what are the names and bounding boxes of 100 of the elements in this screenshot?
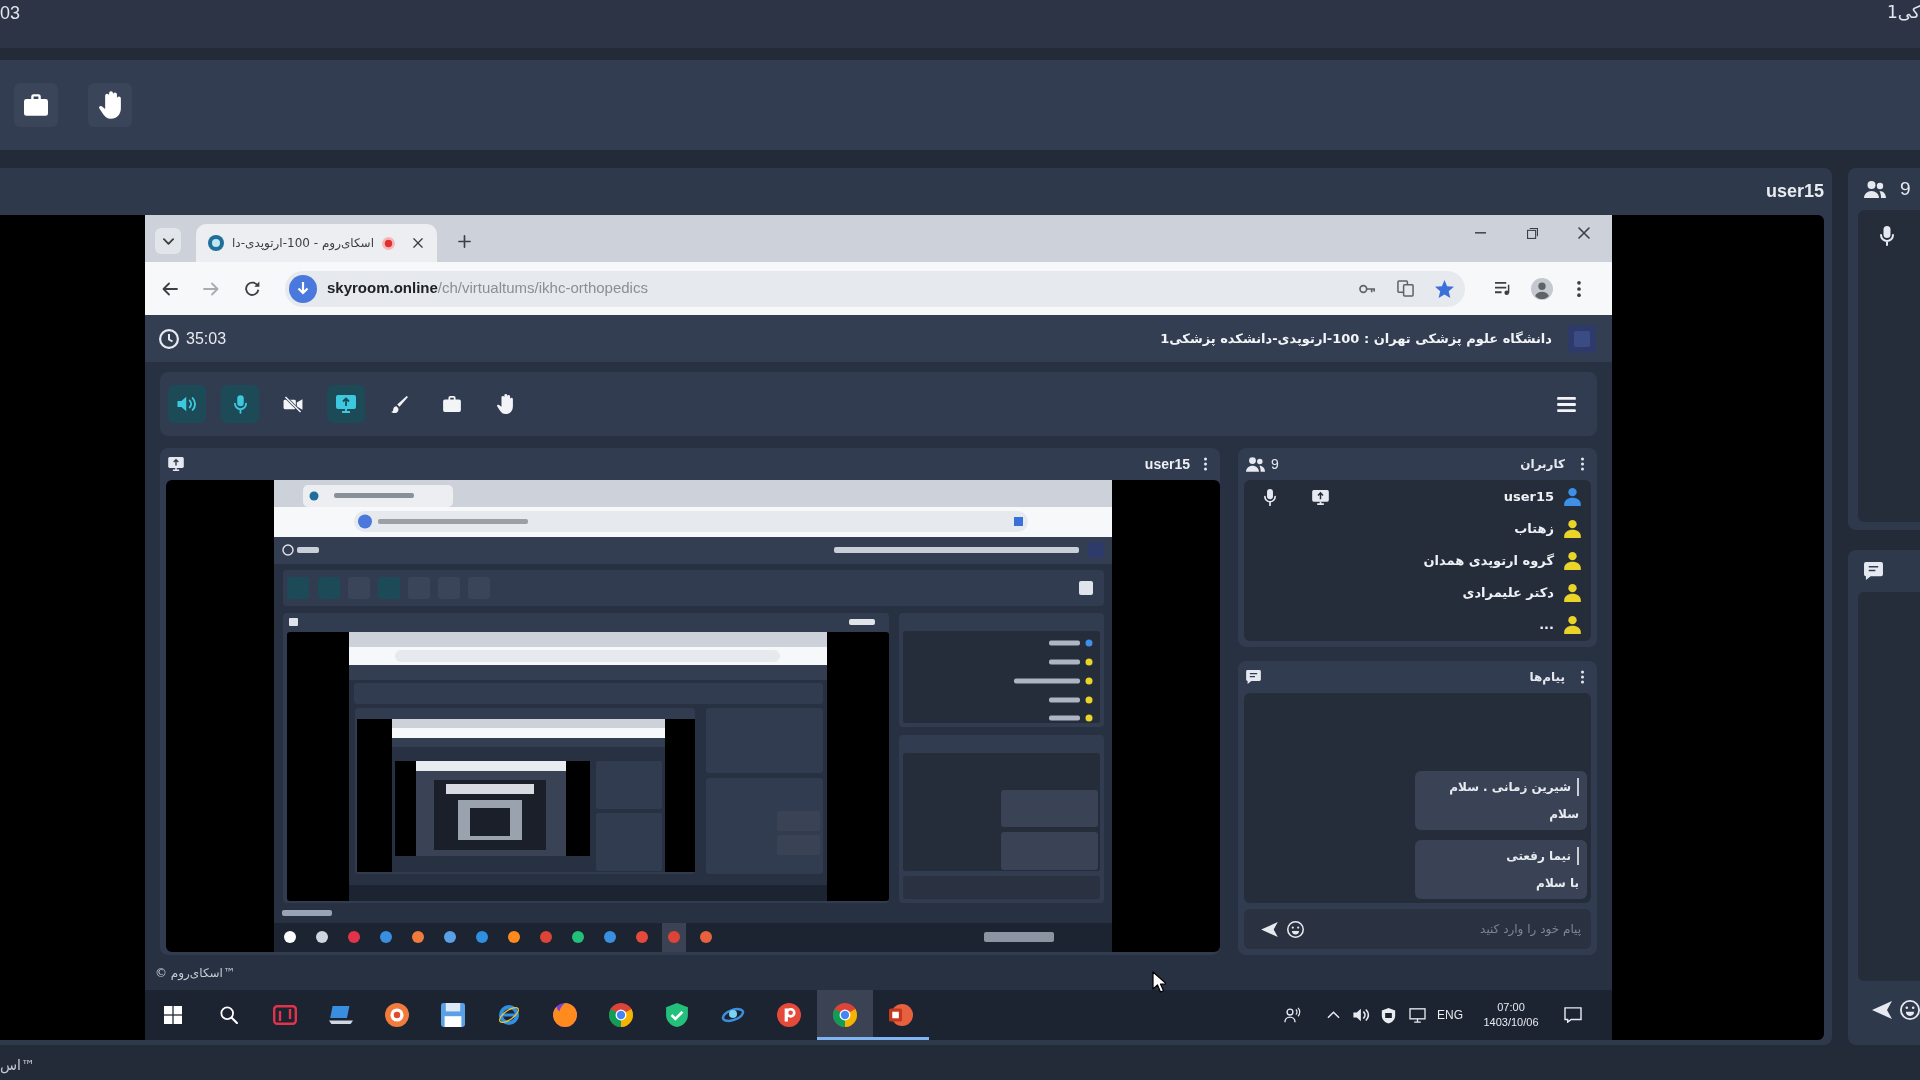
panel-title: کاربران — [1520, 456, 1565, 473]
emoji-button[interactable] — [1900, 999, 1920, 1021]
hand-icon — [497, 394, 513, 414]
message-text: سلام — [1549, 806, 1579, 823]
documents-icon — [1396, 280, 1414, 297]
key-icon — [1358, 283, 1376, 294]
bookmark-button[interactable] — [1433, 277, 1455, 300]
room-title: کی1 — [1886, 4, 1920, 21]
kebab-icon — [1577, 280, 1581, 297]
notification-icon — [1564, 1007, 1582, 1023]
playlist-icon — [1493, 281, 1511, 296]
brush-icon — [390, 395, 408, 413]
users-icon — [1246, 456, 1265, 472]
monitor-icon — [1408, 1007, 1426, 1023]
user-name: زهتاب — [1514, 520, 1554, 539]
video-user-name: user15 — [1144, 454, 1190, 474]
emoji-icon — [1900, 1000, 1920, 1020]
profile-icon — [1531, 277, 1553, 300]
message-sender: نیما رفعتی — [1506, 847, 1579, 865]
chat-icon — [1864, 562, 1883, 580]
cursor-icon — [1152, 971, 1166, 993]
user-name: user15 — [1503, 488, 1554, 507]
user-name: دکتر علیمرادی — [1462, 584, 1554, 603]
users-count: 9 — [1900, 176, 1911, 201]
reload-icon — [244, 281, 260, 296]
clock-button[interactable]: 07:00 1403/10/06 — [1471, 990, 1551, 1040]
forward-arrow-icon — [203, 281, 219, 296]
caret-down-icon — [162, 237, 174, 245]
hand-button[interactable] — [88, 83, 132, 127]
speaker-icon — [177, 396, 197, 412]
record-dot-icon — [382, 236, 395, 250]
down-arrow-circle-icon — [289, 274, 317, 303]
copyright-text: © اسکای‌روم™ — [155, 964, 235, 982]
copyright-text: اس™ — [0, 1056, 35, 1076]
floppy-icon — [441, 1003, 465, 1027]
message-sender: شیرین زمانی . سلام — [1449, 778, 1579, 796]
users-count: 9 — [1271, 454, 1279, 474]
windows-icon — [164, 1006, 182, 1024]
video-user-name: user15 — [1765, 180, 1824, 203]
close-icon — [1578, 227, 1590, 239]
speaker-button[interactable] — [168, 385, 206, 423]
mic-icon — [1264, 488, 1276, 506]
meeting-timer: 03 — [0, 4, 21, 22]
wheel-logo-icon — [609, 1003, 633, 1027]
flame-globe-icon — [553, 1003, 577, 1027]
clock-icon — [159, 328, 179, 349]
send-button[interactable] — [1872, 999, 1892, 1021]
chevron-up-icon — [1326, 1011, 1340, 1019]
kebab-icon — [1580, 670, 1584, 684]
meeting-timer: 35:03 — [186, 328, 227, 349]
mic-icon — [233, 394, 247, 414]
disc-icon — [385, 1003, 409, 1027]
back-arrow-icon — [162, 281, 178, 296]
user-name: گروه ارتوپدی همدان — [1423, 552, 1554, 571]
message-input[interactable]: پیام خود را وارد کنید — [1312, 909, 1591, 949]
search-icon — [220, 1006, 238, 1024]
star-icon — [1434, 279, 1454, 298]
microphone-button[interactable] — [221, 385, 259, 423]
kebab-icon — [1580, 457, 1584, 471]
browser-tab[interactable]: اسکای‌روم - 100-ارتوپدی-دا — [196, 224, 437, 262]
briefcase-button[interactable] — [14, 83, 58, 127]
logo-icon — [273, 1003, 297, 1027]
tab-search-button[interactable] — [155, 228, 181, 254]
users-icon — [1864, 180, 1886, 198]
logo-tile-icon — [1568, 324, 1596, 353]
plus-icon — [457, 234, 471, 248]
wheel-logo-icon — [833, 1003, 857, 1027]
language-button[interactable]: ENG — [1432, 990, 1468, 1040]
send-icon — [1872, 1001, 1892, 1019]
person-wave-icon — [1283, 1007, 1301, 1023]
panel-title: پیام‌ها — [1529, 669, 1565, 686]
translate-button[interactable] — [1395, 278, 1415, 299]
monitor-icon — [336, 395, 356, 413]
send-icon — [1261, 921, 1278, 937]
briefcase-icon — [24, 94, 48, 116]
monitor-icon — [1312, 489, 1329, 505]
shield-icon — [1380, 1006, 1396, 1024]
slides-icon — [889, 1003, 913, 1027]
briefcase-icon — [443, 396, 461, 412]
restore-icon — [1526, 227, 1538, 239]
chat-icon — [1246, 670, 1261, 684]
mic-icon — [1880, 226, 1894, 246]
shield-check-icon — [665, 1003, 689, 1027]
message-text: با سلام — [1536, 875, 1579, 892]
camera-off-icon — [283, 395, 303, 413]
room-title: دانشگاه علوم پزشکی تهران : 100-ارتوپدی-دانشکده پزشکی1 — [1160, 329, 1552, 349]
emoji-icon — [1286, 920, 1304, 938]
close-icon — [413, 238, 423, 248]
send-button[interactable] — [1244, 909, 1278, 949]
monitor-icon — [168, 457, 184, 471]
screen-share-button[interactable] — [327, 385, 365, 423]
site-favicon-icon — [208, 235, 224, 251]
minimize-icon — [1474, 232, 1486, 234]
address-bar[interactable]: skyroom.online/ch/virtualtums/ikhc-orthopedics — [285, 270, 1465, 307]
kebab-icon — [1203, 457, 1207, 471]
speaker-icon — [1352, 1008, 1370, 1022]
user-name: ... — [1539, 616, 1554, 635]
laptop-icon — [329, 1003, 353, 1027]
round-logo-icon — [777, 1003, 801, 1027]
ring-logo-icon — [497, 1003, 521, 1027]
